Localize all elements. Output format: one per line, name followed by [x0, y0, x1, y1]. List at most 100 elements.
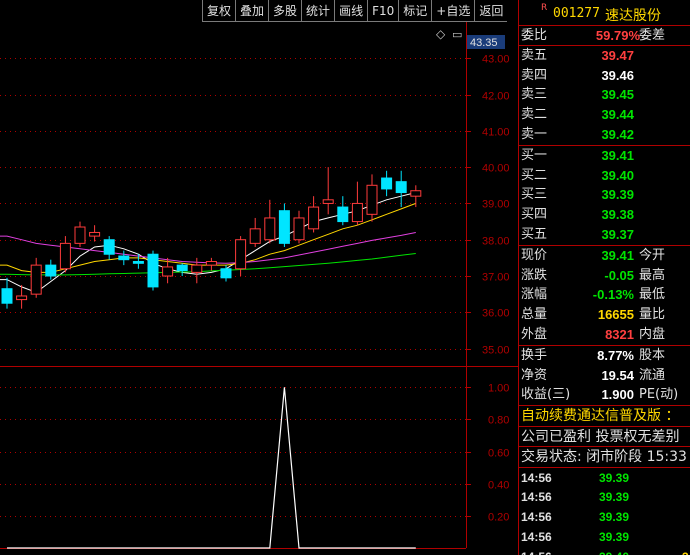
fund-value: 1.900 — [601, 387, 634, 403]
quote-value: -0.05 — [604, 267, 634, 283]
indicator-tick-label: 0.60 — [488, 448, 509, 460]
ask-row[interactable]: 卖四 39.46 — [519, 66, 690, 86]
quote-row: 总量 16655 量比 — [519, 305, 690, 325]
quote-row: 外盘 8321 内盘 — [519, 325, 690, 345]
toolbar-button-f10[interactable]: F10 — [367, 0, 399, 22]
bid-label: 买一 — [521, 147, 548, 163]
diamond-icon[interactable]: ◇ — [436, 27, 446, 41]
tick-row: 14:56 39.40 3 — [519, 547, 690, 555]
quote-row: 现价 39.41 今开 — [519, 246, 690, 266]
toolbar-button-add-watchlist[interactable]: +自选 — [431, 0, 475, 22]
price-tick-label: 37.00 — [482, 272, 510, 284]
bid-row[interactable]: 买五 39.37 — [519, 225, 690, 245]
fund-label2: 流通 — [639, 367, 666, 383]
bid-row[interactable]: 买一 39.41 — [519, 146, 690, 166]
bid-label: 买五 — [521, 226, 548, 242]
candle-down — [103, 239, 115, 255]
quote-value: -0.13% — [592, 287, 634, 303]
bid-row[interactable]: 买四 39.38 — [519, 205, 690, 225]
fund-label2: PE(动) — [639, 387, 679, 403]
quote-label2: 量比 — [639, 307, 666, 323]
candle-up — [191, 264, 203, 273]
candle-down — [1, 288, 13, 304]
tick-list[interactable]: 14:56 39.39 14:56 39.39 14:56 39.39 14:56 39… — [519, 468, 690, 555]
price-tick-label: 36.00 — [482, 308, 510, 320]
fund-value: 19.54 — [601, 367, 634, 383]
ask-row[interactable]: 卖一 39.42 — [519, 125, 690, 145]
price-tick-label: 40.00 — [482, 163, 510, 175]
candle-up — [59, 242, 71, 270]
ask-row[interactable]: 卖五 39.47 — [519, 46, 690, 66]
candle-up — [235, 239, 247, 270]
candle-down — [118, 255, 130, 261]
quote-panel: R 001277 速达股份 委比 59.79% 委差 卖五 39.47 卖四 39.… — [518, 0, 690, 555]
toolbar-button-multi[interactable]: 多股 — [268, 0, 302, 22]
quote-label: 总量 — [521, 307, 548, 323]
bid-label: 买三 — [521, 187, 548, 203]
ask-price: 39.46 — [601, 67, 634, 83]
fund-row: 收益(三) 1.900 PE(动) — [519, 385, 690, 405]
ask-price: 39.44 — [601, 107, 634, 123]
indicator-line — [7, 387, 416, 549]
fund-row: 换手 8.77% 股本 — [519, 346, 690, 366]
fund-label: 净资 — [521, 367, 548, 383]
tick-row: 14:56 39.39 — [519, 468, 690, 488]
toolbar-button-stats[interactable]: 统计 — [301, 0, 335, 22]
bid-row[interactable]: 买三 39.39 — [519, 185, 690, 205]
candle-down — [337, 206, 349, 223]
ratio-label2: 委差 — [639, 28, 666, 43]
candle-down — [381, 177, 393, 190]
candle-down — [176, 264, 188, 272]
bid-price: 39.37 — [601, 226, 634, 242]
candle-up — [74, 226, 86, 244]
toolbar-button-overlay[interactable]: 叠加 — [235, 0, 269, 22]
kline-chart[interactable]: ◇ ▭ 43.35 43.00 42.00 41.00 40.00 39.00 38.00… — [0, 0, 518, 555]
candle-down — [147, 253, 159, 288]
price-tick-label: 41.00 — [482, 127, 510, 139]
trade-status: 交易状态: 闭市阶段 15:33 — [519, 447, 690, 468]
quote-row: 涨跌 -0.05 最高 — [519, 266, 690, 286]
quote-label: 现价 — [521, 247, 548, 263]
quote-label: 外盘 — [521, 326, 548, 342]
tick-price: 39.39 — [599, 470, 630, 485]
quote-label2: 最低 — [639, 287, 666, 303]
quote-value: 8321 — [605, 326, 634, 342]
kline-svg[interactable]: ◇ ▭ 43.35 43.00 42.00 41.00 40.00 39.00 38.00… — [0, 0, 518, 555]
stock-header[interactable]: R 001277 速达股份 — [519, 0, 690, 26]
candle-up — [351, 202, 363, 223]
candle-down — [220, 268, 232, 279]
fund-label: 收益(三) — [521, 387, 571, 403]
quote-label2: 今开 — [639, 247, 666, 263]
candle-up — [16, 295, 28, 301]
current-price-tag: 43.35 — [470, 37, 498, 49]
candle-up — [308, 206, 320, 230]
tick-row: 14:56 39.39 — [519, 527, 690, 547]
quote-label: 涨幅 — [521, 287, 548, 303]
stock-code: 001277 — [553, 6, 600, 21]
toolbar-button-mark[interactable]: 标记 — [398, 0, 432, 22]
toolbar-button-adjust[interactable]: 复权 — [202, 0, 236, 22]
ad-message[interactable]: 自动续费通达信普及版 ： — [519, 406, 690, 427]
ask-price: 39.45 — [601, 87, 634, 103]
price-tick-label: 42.00 — [482, 91, 510, 103]
minimize-panel-icon[interactable]: ▭ — [452, 28, 462, 41]
ask-row[interactable]: 卖二 39.44 — [519, 105, 690, 125]
stock-name: 速达股份 — [605, 8, 661, 24]
fund-label: 换手 — [521, 347, 548, 363]
candle-down — [278, 210, 290, 244]
candle-up — [264, 217, 276, 241]
toolbar-button-back[interactable]: 返回 — [474, 0, 508, 22]
bid-row[interactable]: 买二 39.40 — [519, 166, 690, 186]
ask-row[interactable]: 卖三 39.45 — [519, 85, 690, 105]
indicator-tick-label: 1.00 — [488, 383, 509, 395]
tick-price: 39.40 — [599, 547, 629, 555]
ask-book: 卖五 39.47 卖四 39.46 卖三 39.45 卖二 39.44 卖一 39.42 — [519, 46, 690, 146]
price-tick-label: 38.00 — [482, 236, 510, 248]
tick-time: 14:56 — [521, 530, 552, 545]
candle-up — [162, 266, 174, 277]
candle-down — [395, 181, 407, 194]
bid-label: 买四 — [521, 207, 548, 223]
candle-down — [45, 264, 57, 277]
toolbar-button-draw[interactable]: 画线 — [334, 0, 368, 22]
quote-block: 现价 39.41 今开 涨跌 -0.05 最高 涨幅 -0.13% 最低 总量 16655 量比… — [519, 246, 690, 346]
